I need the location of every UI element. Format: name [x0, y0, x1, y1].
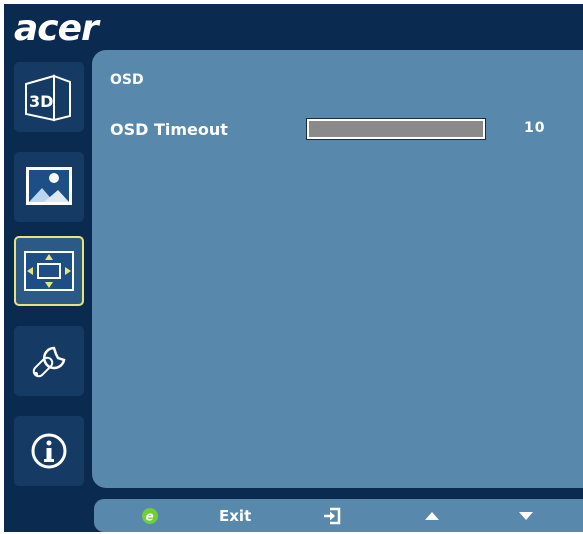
picture-icon [26, 167, 72, 205]
page-title: OSD [110, 72, 144, 88]
up-arrow-icon [425, 511, 439, 520]
osd-timeout-value: 10 [524, 120, 546, 136]
exit-button[interactable]: Exit [219, 499, 251, 532]
sidebar-item-3d[interactable]: 3D [14, 62, 84, 132]
osd-timeout-slider-fill [309, 121, 483, 137]
3d-icon: 3D [25, 74, 71, 122]
enter-icon [324, 507, 341, 524]
wrench-icon [32, 346, 66, 378]
sidebar: 3D [4, 54, 90, 488]
down-button[interactable] [518, 499, 534, 532]
e-key-button[interactable]: e [141, 499, 159, 532]
sidebar-item-osd[interactable] [14, 236, 84, 306]
sidebar-item-information[interactable] [14, 416, 84, 486]
bottom-key-bar: e Exit [94, 499, 583, 532]
osd-timeout-slider[interactable] [306, 118, 486, 140]
osd-timeout-label: OSD Timeout [110, 120, 228, 139]
osd-position-icon [24, 251, 74, 291]
svg-text:e: e [146, 509, 154, 523]
enter-button[interactable] [322, 499, 342, 532]
sidebar-item-settings[interactable] [14, 326, 84, 396]
info-icon [31, 433, 67, 469]
acer-logo: acer [14, 8, 99, 49]
osd-settings-panel: OSD OSD Timeout 10 [92, 50, 583, 488]
exit-label: Exit [219, 506, 252, 525]
sidebar-item-picture[interactable] [14, 152, 84, 222]
osd-window: acer 3D OSD OSD Timeout 10 e Exit [4, 4, 583, 532]
svg-text:3D: 3D [29, 92, 53, 111]
e-key-icon: e [142, 507, 158, 524]
up-button[interactable] [424, 499, 440, 532]
down-arrow-icon [519, 511, 533, 520]
